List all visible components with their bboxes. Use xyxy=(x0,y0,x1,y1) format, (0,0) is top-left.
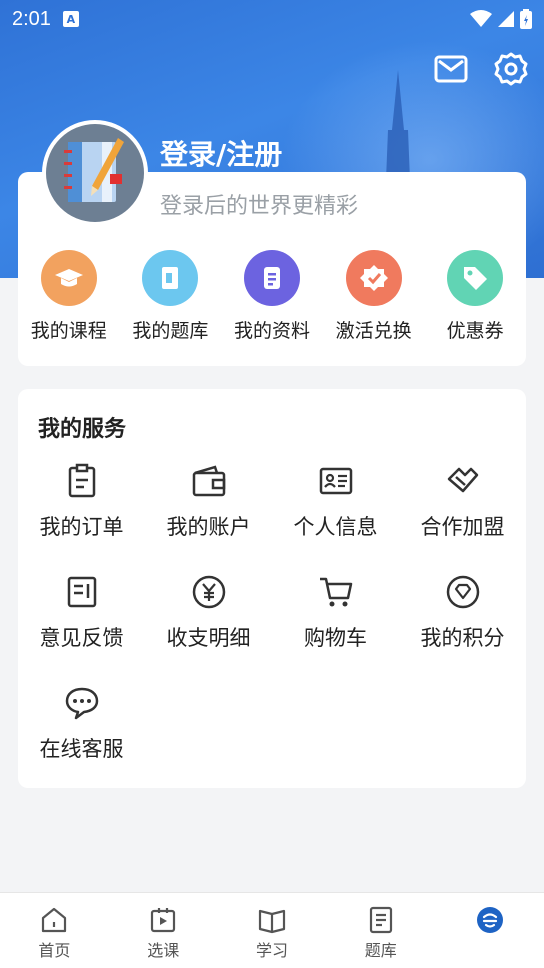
tab-profile[interactable] xyxy=(435,893,544,968)
handshake-icon xyxy=(447,467,478,493)
wallet-icon xyxy=(192,465,225,497)
book-icon xyxy=(258,909,286,934)
service-online-support[interactable]: 在线客服 xyxy=(18,685,145,796)
course-select-icon xyxy=(151,908,176,933)
document-icon xyxy=(243,250,300,306)
cart-icon xyxy=(319,577,352,607)
service-feedback[interactable]: 意见反馈 xyxy=(18,574,145,685)
service-my-account[interactable]: 我的账户 xyxy=(145,463,272,574)
battery-icon xyxy=(520,9,532,29)
points-icon xyxy=(446,575,479,609)
question-bank-icon xyxy=(369,906,392,934)
service-income-expense[interactable]: 收支明细 xyxy=(145,574,272,685)
service-my-points[interactable]: 我的积分 xyxy=(399,574,526,685)
quick-label: 我的资料 xyxy=(233,320,310,342)
graduation-cap-icon xyxy=(40,250,97,306)
quick-coupons[interactable]: 优惠券 xyxy=(424,250,526,343)
gear-icon[interactable] xyxy=(494,52,528,86)
tab-home[interactable]: 首页 xyxy=(0,893,109,968)
yen-icon xyxy=(192,575,225,609)
avatar[interactable] xyxy=(42,120,148,226)
service-label: 我的账户 xyxy=(166,515,251,539)
profile-icon xyxy=(476,907,503,933)
notebook-pencil-icon xyxy=(64,138,124,202)
service-my-orders[interactable]: 我的订单 xyxy=(18,463,145,574)
tab-label: 首页 xyxy=(38,941,71,960)
quick-activate-redeem[interactable]: 激活兑换 xyxy=(323,250,425,343)
quick-my-courses[interactable]: 我的课程 xyxy=(18,250,120,343)
bottom-tab-bar: 首页 选课 学习 题库 xyxy=(0,892,544,968)
tab-label: 选课 xyxy=(147,941,180,960)
services-title: 我的服务 xyxy=(38,417,127,442)
service-label: 我的积分 xyxy=(420,626,505,650)
services-card: 我的服务 我的订单 我的账户 个人信息 合作加盟 意见反馈 收支明细 购物车 我… xyxy=(18,389,526,788)
clipboard-icon xyxy=(68,463,95,498)
service-label: 意见反馈 xyxy=(39,626,124,650)
quick-my-materials[interactable]: 我的资料 xyxy=(221,250,323,343)
badge-check-icon xyxy=(345,250,402,306)
home-icon xyxy=(42,907,67,933)
mail-icon[interactable] xyxy=(434,54,468,84)
tab-label: 题库 xyxy=(364,941,397,960)
quick-label: 激活兑换 xyxy=(335,320,412,342)
id-card-icon xyxy=(319,467,352,495)
question-bank-icon xyxy=(142,250,199,306)
tab-label: 学习 xyxy=(255,941,288,960)
service-label: 我的订单 xyxy=(39,515,124,539)
quick-label: 我的题库 xyxy=(132,320,209,342)
status-time: 2:01 xyxy=(12,7,51,30)
coupon-tag-icon xyxy=(447,250,504,306)
service-personal-info[interactable]: 个人信息 xyxy=(272,463,399,574)
quick-my-question-bank[interactable]: 我的题库 xyxy=(120,250,222,343)
tab-course-select[interactable]: 选课 xyxy=(109,893,218,968)
quick-label: 优惠券 xyxy=(446,320,504,342)
service-label: 合作加盟 xyxy=(420,515,505,539)
signal-icon xyxy=(498,11,514,27)
notification-badge: A xyxy=(62,11,79,27)
login-register-link[interactable]: 登录/注册 xyxy=(160,133,282,173)
service-partnership[interactable]: 合作加盟 xyxy=(399,463,526,574)
wifi-icon xyxy=(470,10,492,27)
feedback-icon xyxy=(67,576,96,608)
chat-icon xyxy=(65,687,98,720)
service-cart[interactable]: 购物车 xyxy=(272,574,399,685)
service-label: 收支明细 xyxy=(166,626,251,650)
service-label: 个人信息 xyxy=(293,515,378,539)
service-label: 在线客服 xyxy=(39,737,124,761)
status-bar: 2:01 A xyxy=(0,0,544,38)
quick-actions: 我的课程 我的题库 我的资料 激活兑换 优惠券 xyxy=(18,250,526,343)
tab-study[interactable]: 学习 xyxy=(218,893,327,968)
tab-question-bank[interactable]: 题库 xyxy=(326,893,435,968)
service-label: 购物车 xyxy=(304,626,367,650)
login-subtitle: 登录后的世界更精彩 xyxy=(160,194,359,219)
services-grid: 我的订单 我的账户 个人信息 合作加盟 意见反馈 收支明细 购物车 我的积分 在… xyxy=(18,463,526,796)
quick-label: 我的课程 xyxy=(30,320,107,342)
